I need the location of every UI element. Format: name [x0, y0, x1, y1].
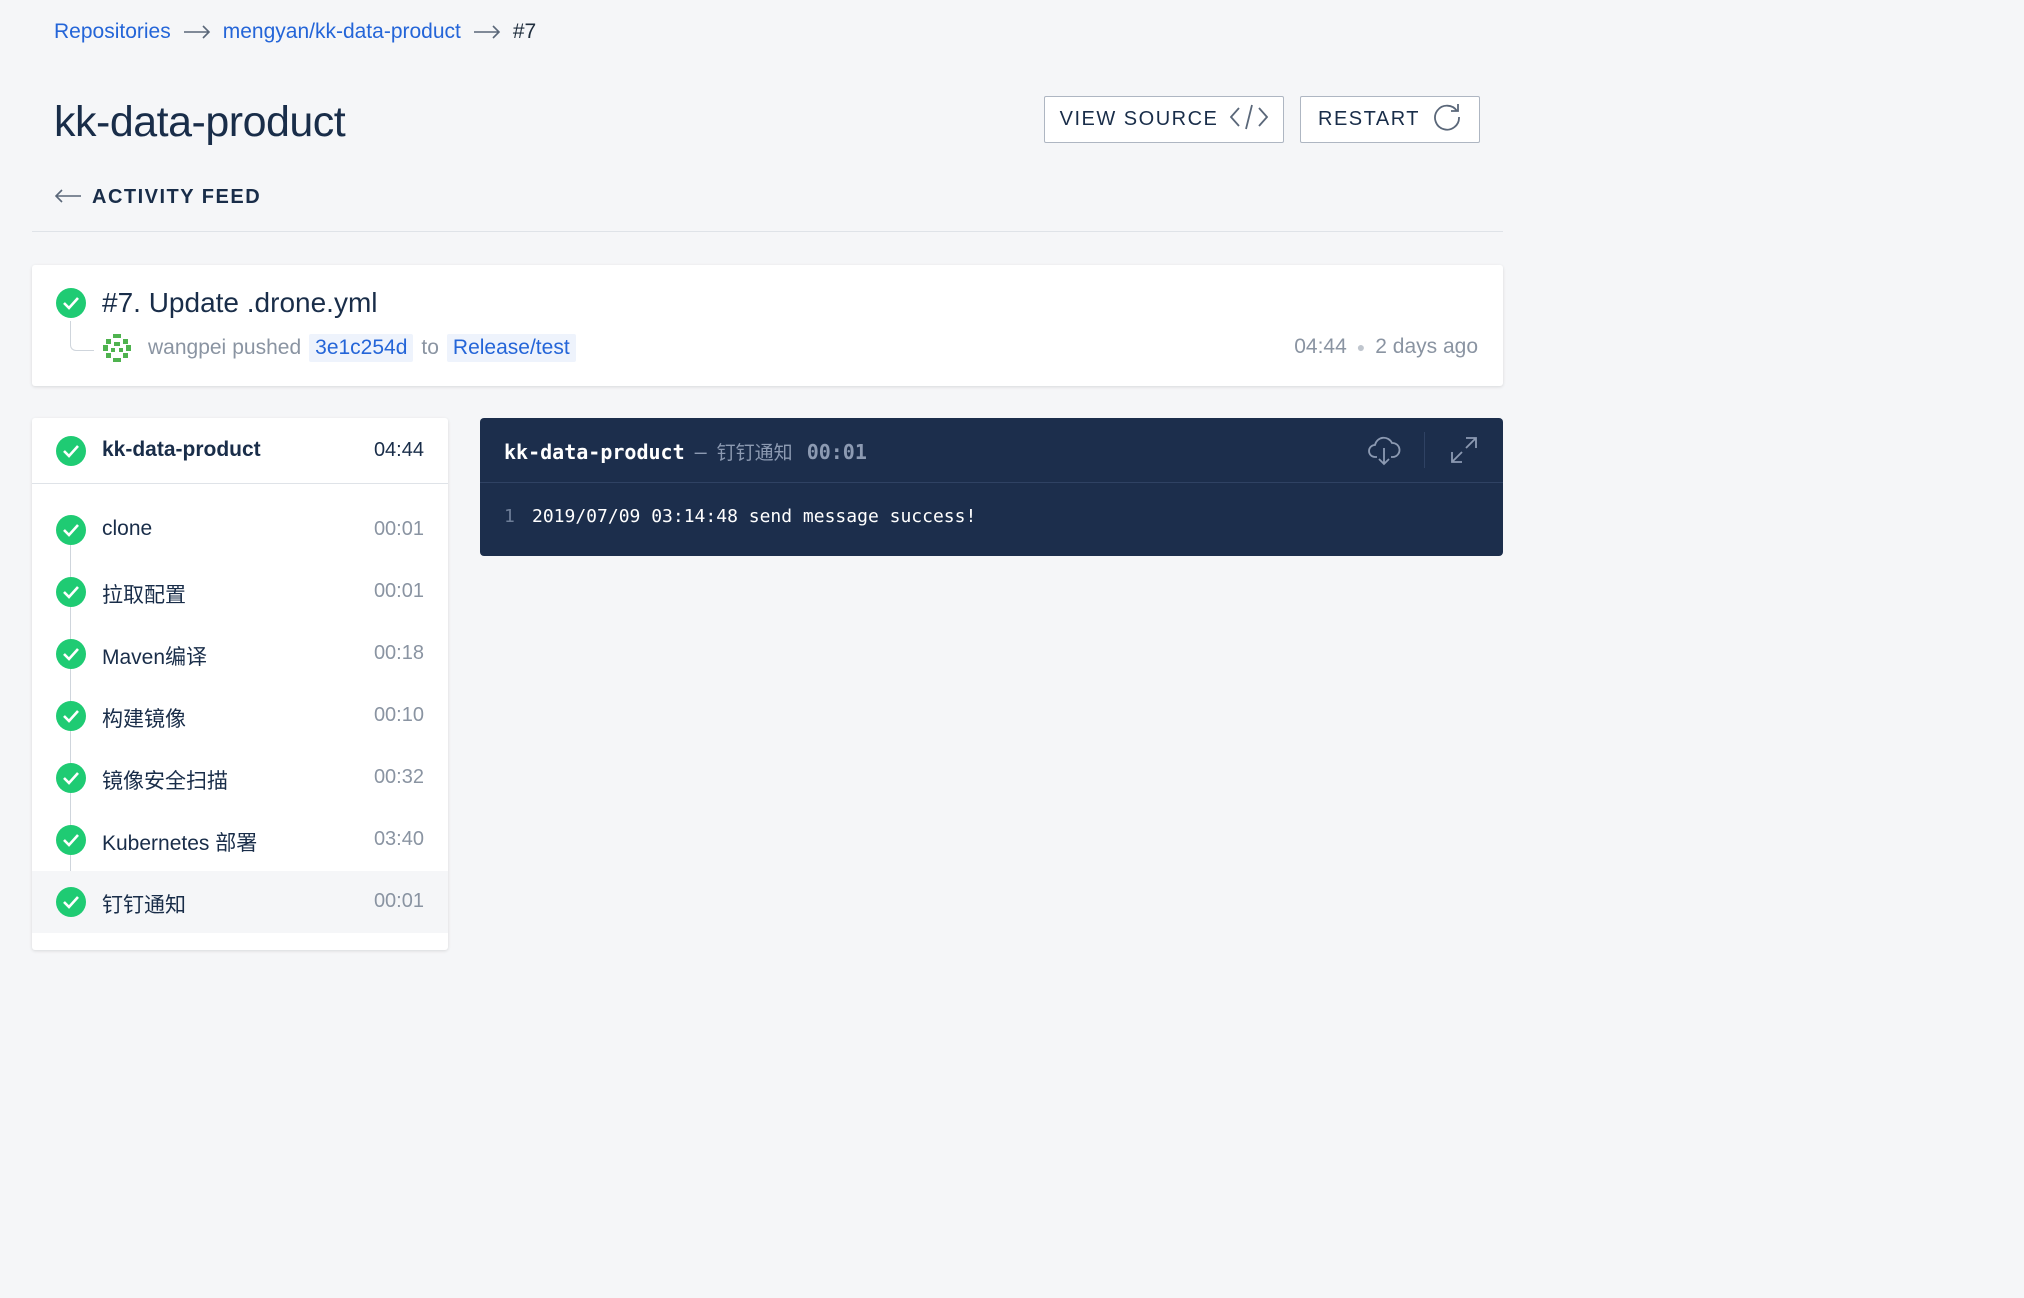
- download-cloud-icon[interactable]: [1366, 432, 1402, 468]
- arrow-right-icon: [183, 25, 211, 39]
- build-meta: wangpei pushed 3e1c254d to Release/test: [102, 333, 584, 363]
- build-title: #7. Update .drone.yml: [102, 287, 378, 318]
- success-check-icon: [56, 639, 86, 669]
- step-item[interactable]: clone 00:01: [32, 499, 448, 561]
- log-title: kk-data-product — 钉钉通知 00:01: [504, 438, 867, 465]
- success-check-icon: [56, 288, 86, 318]
- breadcrumb-repositories-link[interactable]: Repositories: [54, 20, 171, 44]
- log-dash: —: [694, 439, 707, 464]
- step-name: 构建镜像: [102, 708, 186, 731]
- step-name: clone: [102, 517, 153, 540]
- log-stage-name: kk-data-product: [504, 439, 685, 464]
- success-check-icon: [56, 515, 86, 545]
- log-line-text: 2019/07/09 03:14:48 send message success…: [532, 506, 977, 527]
- success-check-icon: [56, 825, 86, 855]
- success-check-icon: [56, 577, 86, 607]
- success-check-icon: [56, 887, 86, 917]
- step-item[interactable]: 镜像安全扫描 00:32: [32, 747, 448, 809]
- log-step-duration: 00:01: [806, 439, 867, 464]
- build-author: wangpei: [148, 336, 227, 359]
- log-panel: kk-data-product — 钉钉通知 00:01 1 2019/07/0…: [480, 418, 1503, 556]
- code-icon: [1230, 103, 1269, 137]
- build-summary-card: #7. Update .drone.yml wangpei pushed 3e1…: [32, 265, 1503, 386]
- success-check-icon: [56, 763, 86, 793]
- arrow-left-icon: [54, 186, 82, 209]
- tree-connector: [70, 321, 94, 351]
- step-item[interactable]: 拉取配置 00:01: [32, 561, 448, 623]
- step-name: 镜像安全扫描: [102, 770, 228, 793]
- branch-link[interactable]: Release/test: [446, 334, 576, 362]
- stage-name: kk-data-product: [102, 438, 261, 461]
- build-action: pushed: [232, 336, 302, 359]
- step-item[interactable]: 构建镜像 00:10: [32, 685, 448, 747]
- step-item-selected[interactable]: 钉钉通知 00:01: [32, 871, 448, 933]
- stage-duration: 04:44: [373, 439, 424, 461]
- step-duration: 00:01: [373, 580, 424, 602]
- step-item[interactable]: Kubernetes 部署 03:40: [32, 809, 448, 871]
- log-line-number: 1: [504, 506, 515, 527]
- step-duration: 00:32: [373, 766, 424, 788]
- success-check-icon: [56, 436, 86, 466]
- step-name: 拉取配置: [102, 584, 186, 607]
- arrow-right-icon: [473, 25, 501, 39]
- breadcrumb-repo-link[interactable]: mengyan/kk-data-product: [223, 20, 461, 44]
- step-name: Maven编译: [102, 646, 208, 669]
- log-header: kk-data-product — 钉钉通知 00:01: [480, 418, 1503, 483]
- expand-icon[interactable]: [1446, 432, 1482, 468]
- page-title: kk-data-product: [54, 98, 346, 146]
- activity-feed-link[interactable]: ACTIVITY FEED: [54, 186, 261, 209]
- step-duration: 03:40: [373, 828, 424, 850]
- success-check-icon: [56, 701, 86, 731]
- log-line: 1 2019/07/09 03:14:48 send message succe…: [504, 506, 976, 527]
- restart-label: RESTART: [1318, 108, 1420, 130]
- stages-panel: kk-data-product 04:44 clone 00:01 拉取配置 0…: [32, 418, 448, 950]
- step-item[interactable]: Maven编译 00:18: [32, 623, 448, 685]
- refresh-icon: [1432, 102, 1462, 138]
- activity-feed-label: ACTIVITY FEED: [92, 186, 262, 208]
- commit-link[interactable]: 3e1c254d: [309, 334, 414, 362]
- view-source-button[interactable]: VIEW SOURCE: [1044, 96, 1284, 143]
- step-name: Kubernetes 部署: [102, 832, 258, 855]
- step-duration: 00:01: [373, 890, 424, 912]
- avatar: [102, 333, 132, 363]
- breadcrumb-build: #7: [512, 20, 537, 43]
- divider: [1424, 432, 1425, 468]
- step-duration: 00:18: [373, 642, 424, 664]
- build-ago: 2 days ago: [1375, 335, 1478, 358]
- log-step-name: 钉钉通知: [716, 442, 793, 464]
- step-duration: 00:10: [373, 704, 424, 726]
- build-time: 04:44 ● 2 days ago: [1294, 335, 1478, 359]
- breadcrumb: Repositories mengyan/kk-data-product #7: [54, 20, 536, 44]
- separator-dot: ●: [1356, 339, 1366, 355]
- build-duration: 04:44: [1294, 335, 1347, 358]
- step-duration: 00:01: [373, 518, 424, 540]
- restart-button[interactable]: RESTART: [1300, 96, 1480, 143]
- build-to-label: to: [421, 336, 439, 359]
- step-name: 钉钉通知: [102, 894, 186, 917]
- stage-header[interactable]: kk-data-product 04:44: [32, 418, 448, 484]
- view-source-label: VIEW SOURCE: [1059, 108, 1219, 130]
- divider: [32, 231, 1503, 232]
